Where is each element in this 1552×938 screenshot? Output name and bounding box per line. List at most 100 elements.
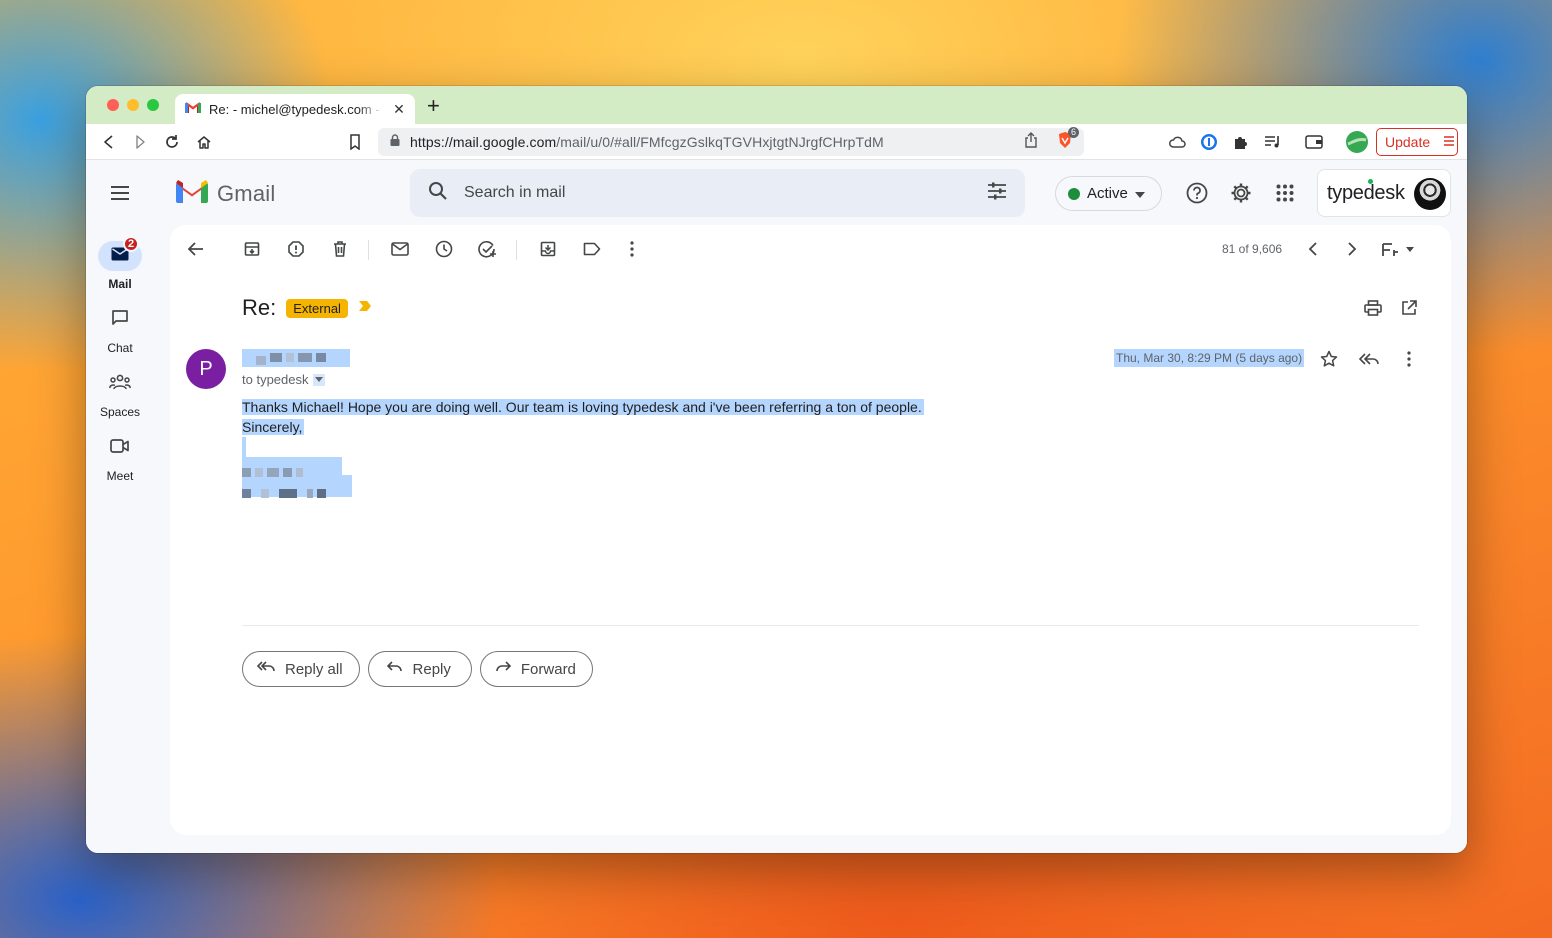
- status-dropdown[interactable]: Active: [1055, 176, 1162, 211]
- reply-all-label: Reply all: [285, 660, 343, 678]
- dropdown-arrow-icon: [1134, 185, 1145, 202]
- meet-icon: [110, 438, 130, 458]
- minimize-window-button[interactable]: [127, 99, 139, 111]
- new-tab-button[interactable]: +: [427, 95, 440, 117]
- spaces-icon: [109, 374, 131, 395]
- menu-icon: [1444, 134, 1455, 150]
- reply-label: Reply: [412, 660, 451, 678]
- account-avatar[interactable]: [1414, 178, 1446, 210]
- delete-icon[interactable]: [330, 239, 350, 259]
- settings-gear-icon[interactable]: [1229, 181, 1253, 205]
- rail-item-spaces[interactable]: Spaces: [86, 369, 154, 419]
- forward-arrow-icon: [495, 660, 512, 678]
- rail-label-mail: Mail: [108, 277, 132, 291]
- input-tools-icon[interactable]: [1380, 239, 1416, 259]
- help-icon[interactable]: [1185, 181, 1209, 205]
- browser-tab-active[interactable]: Re: - michel@typedesk.com - typedesk ✕: [175, 94, 415, 124]
- search-icon[interactable]: [428, 181, 448, 206]
- email-subject: Re:: [242, 295, 277, 320]
- profile-avatar[interactable]: [1345, 130, 1369, 154]
- mark-unread-icon[interactable]: [390, 239, 410, 259]
- reply-all-icon: [256, 660, 275, 678]
- rail-label-meet: Meet: [106, 469, 134, 483]
- tab-strip: Re: - michel@typedesk.com - typedesk ✕ +: [86, 86, 1467, 124]
- gmail-logo[interactable]: Gmail: [176, 179, 275, 208]
- account-logo-dot: [1368, 178, 1373, 184]
- password-manager-icon[interactable]: [1199, 132, 1219, 152]
- newer-chevron-left-icon[interactable]: [1303, 239, 1323, 259]
- rail-item-mail[interactable]: 2 Mail: [86, 236, 154, 291]
- close-window-button[interactable]: [107, 99, 119, 111]
- to-recipient-text: to typedesk: [242, 372, 309, 387]
- account-switcher[interactable]: typedesk: [1317, 169, 1451, 217]
- reply-icon: [386, 660, 403, 678]
- report-spam-icon[interactable]: [286, 239, 306, 259]
- important-marker-icon[interactable]: [358, 299, 372, 317]
- message-divider: [242, 625, 1419, 626]
- gmail-favicon-icon: [185, 100, 201, 118]
- body-line: Thanks Michael! Hope you are doing well.…: [242, 399, 924, 415]
- zoom-window-button[interactable]: [147, 99, 159, 111]
- update-button[interactable]: Update: [1376, 128, 1458, 156]
- rail-mail-icon-wrap: 2: [98, 236, 142, 271]
- reply-actions: Reply all Reply Forward: [242, 651, 593, 687]
- older-chevron-right-icon[interactable]: [1342, 239, 1362, 259]
- brave-shield-icon[interactable]: 6: [1056, 126, 1079, 154]
- external-label-chip[interactable]: External: [286, 298, 348, 318]
- email-body: Thanks Michael! Hope you are doing well.…: [242, 397, 924, 498]
- wallet-icon[interactable]: [1304, 132, 1324, 152]
- account-logo: typedesk: [1327, 178, 1405, 205]
- back-to-inbox-icon[interactable]: [186, 239, 206, 259]
- reload-icon[interactable]: [162, 132, 182, 152]
- search-bar[interactable]: [410, 169, 1025, 217]
- chat-icon: [111, 309, 129, 332]
- reply-all-header-icon[interactable]: [1359, 349, 1379, 369]
- rail-item-meet[interactable]: Meet: [86, 433, 154, 483]
- rail-item-chat[interactable]: Chat: [86, 305, 154, 355]
- gmail-header: Gmail Active: [86, 161, 1467, 225]
- sender-avatar[interactable]: P: [186, 349, 226, 389]
- bookmark-icon[interactable]: [345, 132, 365, 152]
- toolbar-divider: [516, 240, 517, 260]
- url-text: https://mail.google.com/mail/u/0/#all/FM…: [410, 134, 1024, 150]
- back-icon[interactable]: [99, 132, 119, 152]
- snooze-clock-icon[interactable]: [434, 239, 454, 259]
- rail-chat-icon-wrap: [98, 305, 142, 335]
- message-counter: 81 of 9,606: [1222, 242, 1283, 256]
- signature-name-redacted: [242, 457, 342, 477]
- forward-button[interactable]: Forward: [479, 651, 593, 687]
- show-details-icon[interactable]: [312, 373, 325, 386]
- move-to-icon[interactable]: [538, 239, 558, 259]
- brave-badge-count: 6: [1067, 126, 1079, 138]
- message-more-icon[interactable]: [1399, 349, 1419, 369]
- open-in-new-window-icon[interactable]: [1398, 297, 1420, 319]
- search-input[interactable]: [464, 184, 987, 202]
- home-icon[interactable]: [194, 132, 214, 152]
- browser-toolbar: https://mail.google.com/mail/u/0/#all/FM…: [86, 124, 1467, 160]
- tab-close-icon[interactable]: ✕: [391, 101, 407, 118]
- rail-meet-icon-wrap: [98, 433, 142, 463]
- star-icon[interactable]: [1319, 349, 1339, 369]
- sender-name-redacted[interactable]: [242, 349, 350, 367]
- add-to-tasks-icon[interactable]: [478, 239, 498, 259]
- archive-icon[interactable]: [242, 239, 262, 259]
- gmail-wordmark: Gmail: [217, 180, 276, 206]
- print-icon[interactable]: [1362, 297, 1384, 319]
- label-icon[interactable]: [582, 239, 602, 259]
- search-options-icon[interactable]: [987, 182, 1007, 205]
- reply-all-button[interactable]: Reply all: [242, 651, 360, 687]
- lock-icon: [390, 133, 400, 151]
- gmail-m-icon: [176, 179, 208, 208]
- extensions-icon[interactable]: [1231, 132, 1251, 152]
- apps-grid-icon[interactable]: [1273, 181, 1297, 205]
- cloud-icon[interactable]: [1167, 132, 1187, 152]
- forward-icon[interactable]: [130, 132, 150, 152]
- main-menu-icon[interactable]: [110, 183, 130, 203]
- browser-window: Re: - michel@typedesk.com - typedesk ✕ +…: [86, 86, 1467, 853]
- reply-button[interactable]: Reply: [367, 651, 472, 687]
- share-icon[interactable]: [1024, 131, 1038, 153]
- address-bar[interactable]: https://mail.google.com/mail/u/0/#all/FM…: [378, 126, 1084, 156]
- media-queue-icon[interactable]: [1263, 132, 1283, 152]
- email-date: Thu, Mar 30, 8:29 PM (5 days ago): [1114, 349, 1305, 367]
- more-options-icon[interactable]: [622, 239, 642, 259]
